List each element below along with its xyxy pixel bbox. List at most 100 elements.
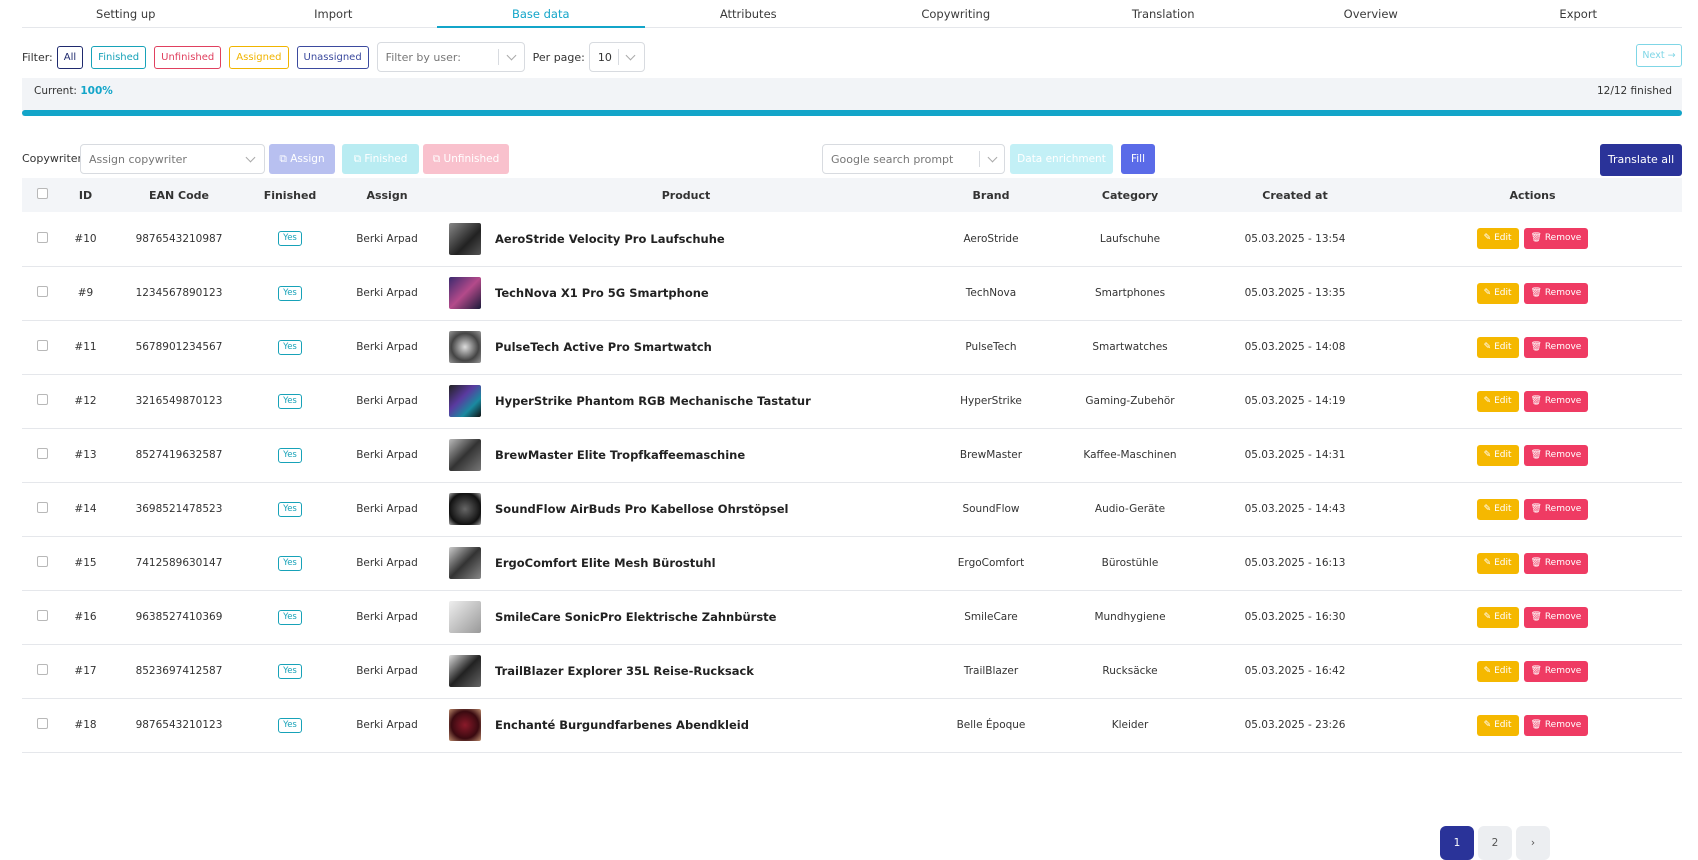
current-progress: Current: 100% [34,85,113,97]
remove-button[interactable]: 🗑 Remove [1523,228,1589,250]
row-product-cell: SoundFlow AirBuds Pro Kabellose Ohrstöps… [443,482,929,536]
row-select-cell [22,428,62,482]
page-1-button[interactable]: 1 [1440,826,1474,860]
remove-button[interactable]: 🗑 Remove [1523,336,1589,358]
row-category: Smartwatches [1092,341,1168,353]
assign-button[interactable]: ⧉ Assign [269,144,335,174]
mark-unfinished-button[interactable]: ⧉ Unfinished [423,144,509,174]
row-checkbox[interactable] [36,718,48,729]
search-prompt-select[interactable]: Google search prompt [822,144,1005,174]
row-finished-cell: Yes [249,536,331,590]
row-actions: ✎ Edit 🗑 Remove [1383,482,1682,536]
row-checkbox[interactable] [36,664,48,675]
filter-unfinished-button[interactable]: Unfinished [154,45,222,69]
remove-label: Remove [1544,449,1582,460]
tab-overview[interactable]: Overview [1267,0,1475,27]
remove-button[interactable]: 🗑 Remove [1523,282,1589,304]
remove-button[interactable]: 🗑 Remove [1523,552,1589,574]
edit-button[interactable]: ✎ Edit [1476,228,1519,250]
edit-button[interactable]: ✎ Edit [1476,714,1519,736]
col-created: Created at [1262,188,1328,202]
table-row: #11 5678901234567 Yes Berki Arpad PulseTech … [22,320,1682,374]
product-name: HyperStrike Phantom RGB Mechanische Tast… [495,394,811,408]
table-row: #18 9876543210123 Yes Berki Arpad Enchanté B… [22,698,1682,752]
row-ean: 5678901234567 [135,341,223,353]
tab-import[interactable]: Import [230,0,438,27]
select-all-checkbox[interactable] [36,188,48,199]
filter-user-select[interactable]: Filter by user: [376,42,525,72]
mark-finished-button[interactable]: ⧉ Finished [342,144,419,174]
data-enrichment-button[interactable]: Data enrichment [1010,144,1113,174]
copywriter-label: Copywriter: [22,152,86,165]
row-checkbox[interactable] [36,394,48,405]
edit-button[interactable]: ✎ Edit [1476,444,1519,466]
edit-button[interactable]: ✎ Edit [1476,282,1519,304]
next-button[interactable]: Next → [1636,44,1682,67]
filter-unassigned-button[interactable]: Unassigned [296,45,369,69]
remove-button[interactable]: 🗑 Remove [1523,714,1589,736]
fill-button[interactable]: Fill [1121,144,1155,174]
row-checkbox[interactable] [36,502,48,513]
row-brand: SmileCare [964,611,1018,623]
tab-attributes[interactable]: Attributes [645,0,853,27]
remove-label: Remove [1544,233,1582,244]
row-brand: TrailBlazer [963,665,1019,677]
edit-button[interactable]: ✎ Edit [1476,498,1519,520]
tab-translation[interactable]: Translation [1060,0,1268,27]
chevron-down-icon [987,152,998,163]
row-checkbox[interactable] [36,340,48,351]
remove-button[interactable]: 🗑 Remove [1523,660,1589,682]
product-thumbnail [449,601,481,633]
row-assign: Berki Arpad [356,395,418,407]
assign-label: Assign [290,153,325,165]
product-thumbnail [449,493,481,525]
edit-button[interactable]: ✎ Edit [1476,552,1519,574]
product-thumbnail [449,277,481,309]
trash-icon: 🗑 [1530,449,1542,460]
page-next-button[interactable]: › [1516,826,1550,860]
edit-button[interactable]: ✎ Edit [1476,660,1519,682]
row-id: #15 [74,557,97,569]
row-id: #10 [74,232,97,245]
remove-button[interactable]: 🗑 Remove [1523,444,1589,466]
product-wrap: TechNova X1 Pro 5G Smartphone [443,277,929,309]
edit-label: Edit [1494,233,1512,244]
wizard-tabs: Setting up Import Base data Attributes C… [22,0,1682,28]
edit-button[interactable]: ✎ Edit [1476,390,1519,412]
remove-button[interactable]: 🗑 Remove [1523,390,1589,412]
current-label: Current: [34,85,77,97]
select-separator [979,151,980,167]
row-checkbox[interactable] [36,448,48,459]
tab-copywriting[interactable]: Copywriting [852,0,1060,27]
edit-button[interactable]: ✎ Edit [1476,606,1519,628]
tab-base-data[interactable]: Base data [437,0,645,28]
remove-button[interactable]: 🗑 Remove [1523,606,1589,628]
row-checkbox[interactable] [36,286,48,297]
current-value: 100% [80,85,113,97]
product-thumbnail [449,331,481,363]
row-checkbox[interactable] [36,231,48,243]
remove-button[interactable]: 🗑 Remove [1523,498,1589,520]
per-page-select[interactable]: 10 [588,42,645,72]
remove-label: Remove [1544,341,1582,352]
tab-export[interactable]: Export [1475,0,1683,27]
col-actions: Actions [1509,188,1556,202]
edit-button[interactable]: ✎ Edit [1476,336,1519,358]
product-thumbnail [449,547,481,579]
page-2-button[interactable]: 2 [1478,826,1512,860]
filter-all-button[interactable]: All [56,45,84,69]
tab-setting-up[interactable]: Setting up [22,0,230,27]
row-actions: ✎ Edit 🗑 Remove [1383,536,1682,590]
row-created: 05.03.2025 - 14:31 [1244,449,1346,461]
copywriter-select[interactable]: Assign copywriter [80,144,265,174]
row-checkbox[interactable] [36,556,48,567]
row-ean: 1234567890123 [135,287,223,299]
row-checkbox[interactable] [36,610,48,621]
trash-icon: 🗑 [1530,719,1542,730]
finished-badge: Yes [278,447,302,463]
filter-assigned-button[interactable]: Assigned [229,45,289,69]
remove-label: Remove [1544,665,1582,676]
translate-all-button[interactable]: Translate all [1600,144,1682,176]
filter-finished-button[interactable]: Finished [91,45,147,69]
edit-label: Edit [1494,341,1512,352]
